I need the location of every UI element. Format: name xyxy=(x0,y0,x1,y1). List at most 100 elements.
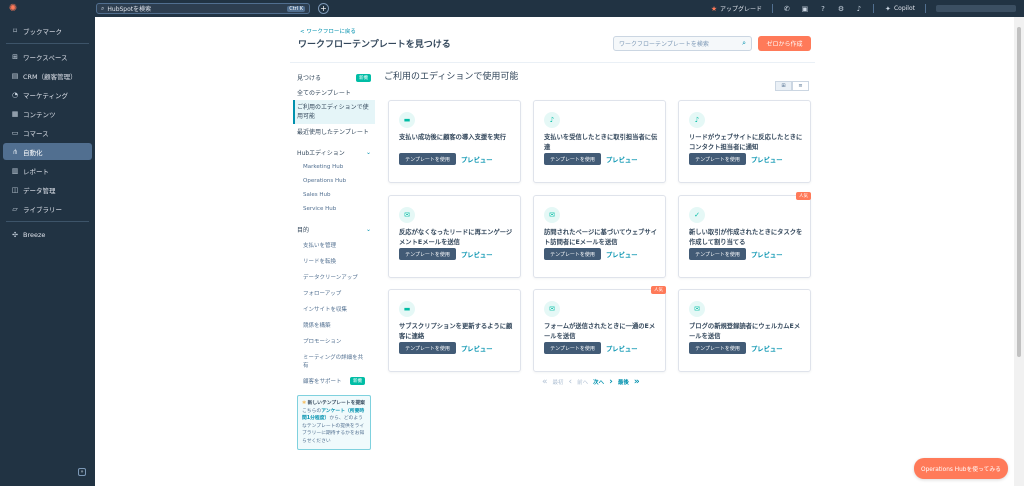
next-page-link[interactable]: 次へ xyxy=(593,378,604,386)
template-card[interactable]: ✉ 訪問されたページに基づいてウェブサイト訪問者にEメールを送信 テンプレートを使用… xyxy=(533,195,666,278)
help-icon[interactable]: ? xyxy=(819,5,827,13)
template-card[interactable]: ✉ フォームが送信されたときに一通のEメールを送信 テンプレートを使用 プレビュー 人気 xyxy=(533,286,666,372)
sidebar-item-crm[interactable]: ▤ CRM（顧客管理） xyxy=(3,67,92,84)
try-operations-hub-button[interactable]: Operations Hubを使ってみる xyxy=(914,458,1008,479)
sidebar-item-workspaces[interactable]: ⊞ ワークスペース xyxy=(3,48,92,65)
use-template-button[interactable]: テンプレートを使用 xyxy=(399,153,456,165)
email-icon: ✉ xyxy=(689,301,705,317)
email-icon: ✉ xyxy=(544,301,560,317)
back-to-workflows-link[interactable]: < ワークフローに戻る xyxy=(300,27,356,35)
filter-discover[interactable]: 見つける 新機 xyxy=(293,70,375,85)
filter-goal-relationships[interactable]: 競係を構築 xyxy=(293,317,375,333)
last-page-link[interactable]: 最後 xyxy=(618,378,629,386)
upgrade-label: アップグレード xyxy=(719,6,762,13)
goal-section-toggle[interactable]: 目的 ⌄ xyxy=(293,222,375,237)
use-template-button[interactable]: テンプレートを使用 xyxy=(689,248,746,260)
notification-bell-icon[interactable]: ♪ xyxy=(855,5,863,13)
filter-goal-share-meetings[interactable]: ミーティングの詳細を共有 xyxy=(293,349,375,373)
preview-link[interactable]: プレビュー xyxy=(461,155,492,164)
preview-link[interactable]: プレビュー xyxy=(606,155,637,164)
template-card-title: 支払いを受信したときに取引担当者に伝達 xyxy=(544,134,658,151)
last-page-icon[interactable]: » xyxy=(634,377,640,387)
template-card[interactable]: ✉ 反応がなくなったリードに再エンゲージメントEメールを送信 テンプレートを使用 プレ… xyxy=(388,195,521,278)
next-page-icon[interactable]: › xyxy=(609,377,613,387)
left-sidebar: ⌑ ブックマーク ⊞ ワークスペース ▤ CRM（顧客管理） ◔ マーケティング… xyxy=(0,17,95,486)
filter-label: 見つける xyxy=(297,75,322,82)
preview-link[interactable]: プレビュー xyxy=(751,250,782,259)
template-search-input[interactable]: ワークフローテンプレートを検索 ⌕ xyxy=(613,36,752,51)
account-menu[interactable] xyxy=(936,5,1016,12)
automation-icon: ⋔ xyxy=(12,147,18,156)
use-template-button[interactable]: テンプレートを使用 xyxy=(689,342,746,354)
template-card-title: リードがウェブサイトに反応したときにコンタクト担当者に通知 xyxy=(689,134,803,151)
upgrade-button[interactable]: ★ アップグレード xyxy=(710,4,762,14)
use-template-button[interactable]: テンプレートを使用 xyxy=(399,342,456,354)
filter-all-templates[interactable]: 全てのテンプレート xyxy=(293,85,375,100)
template-card[interactable]: ✓ 新しい取引が作成されたときにタスクを作成して割り当てる テンプレートを使用 プレビ… xyxy=(678,192,811,278)
filter-available-edition[interactable]: ご利用のエディションで使用可能 xyxy=(293,100,375,124)
sidebar-item-automation[interactable]: ⋔ 自動化 xyxy=(3,143,92,160)
filter-goal-payments[interactable]: 支払いを管理 xyxy=(293,237,375,253)
template-card[interactable]: ✉ ブログの新規登録読者にウェルカムEメールを送信 テンプレートを使用 プレビュー xyxy=(678,289,811,372)
first-page-link: 最初 xyxy=(552,380,564,386)
filter-recent[interactable]: 最近使用したテンプレート xyxy=(293,124,375,139)
email-icon: ✉ xyxy=(399,207,415,223)
sidebar-item-library[interactable]: ▱ ライブラリー xyxy=(3,200,92,217)
preview-link[interactable]: プレビュー xyxy=(606,250,637,259)
phone-icon[interactable]: ✆ xyxy=(783,5,791,13)
use-template-button[interactable]: テンプレートを使用 xyxy=(544,153,601,165)
create-plus-button[interactable]: + xyxy=(318,3,329,14)
use-template-button[interactable]: テンプレートを使用 xyxy=(544,342,601,354)
sidebar-item-commerce[interactable]: ▭ コマース xyxy=(3,124,92,141)
page-title: ワークフローテンプレートを見つける xyxy=(298,40,451,50)
preview-link[interactable]: プレビュー xyxy=(606,344,637,353)
filter-goal-data-cleanup[interactable]: データクリーンアップ xyxy=(293,269,375,285)
top-bar: ✺ ⌕ HubSpotを検索 Ctrl K + ★ アップグレード ✆ ▣ ? … xyxy=(0,0,1024,17)
template-card-title: 新しい取引が作成されたときにタスクを作成して割り当てる xyxy=(689,229,803,246)
pagination: « 最初 ‹ 前へ 次へ › 最後 » xyxy=(542,377,640,387)
sidebar-item-reports[interactable]: ▥ レポート xyxy=(3,162,92,179)
sidebar-item-content[interactable]: ▦ コンテンツ xyxy=(3,105,92,122)
filter-goal-follow-up[interactable]: フォローアップ xyxy=(293,285,375,301)
sidebar-item-marketing[interactable]: ◔ マーケティング xyxy=(3,86,92,103)
hubspot-logo-icon[interactable]: ✺ xyxy=(4,0,22,17)
template-card[interactable]: ♪ リードがウェブサイトに反応したときにコンタクト担当者に通知 テンプレートを使用プ… xyxy=(678,100,811,183)
filter-hub-service[interactable]: Service Hub xyxy=(293,202,375,216)
copilot-label: Copilot xyxy=(893,5,915,12)
use-template-button[interactable]: テンプレートを使用 xyxy=(544,248,601,260)
preview-link[interactable]: プレビュー xyxy=(751,344,782,353)
marketplace-icon[interactable]: ▣ xyxy=(801,5,809,13)
use-template-button[interactable]: テンプレートを使用 xyxy=(399,248,456,260)
divider xyxy=(872,4,874,13)
sidebar-item-data-management[interactable]: ◫ データ管理 xyxy=(3,181,92,198)
preview-link[interactable]: プレビュー xyxy=(751,155,782,164)
section-label: 目的 xyxy=(297,227,310,234)
list-view-icon[interactable]: ≡ xyxy=(792,81,809,91)
create-from-scratch-button[interactable]: ゼロから作成 xyxy=(758,36,811,51)
gear-icon[interactable]: ⚙ xyxy=(837,5,845,13)
scrollbar-thumb[interactable] xyxy=(1017,27,1021,357)
sidebar-item-breeze[interactable]: ✣ Breeze xyxy=(3,226,92,243)
sidebar-item-bookmarks[interactable]: ⌑ ブックマーク xyxy=(3,22,92,39)
template-card[interactable]: ♪ 支払いを受信したときに取引担当者に伝達 テンプレートを使用 プレビュー xyxy=(533,100,666,183)
search-icon[interactable]: ⌕ xyxy=(742,39,746,48)
filter-hub-sales[interactable]: Sales Hub xyxy=(293,188,375,202)
filter-hub-marketing[interactable]: Marketing Hub xyxy=(293,160,375,174)
copilot-button[interactable]: ✦ Copilot xyxy=(884,5,915,13)
preview-link[interactable]: プレビュー xyxy=(461,344,492,353)
filter-goal-support[interactable]: 顧客をサポート 新機 xyxy=(293,373,375,389)
lightbulb-icon: ✱ xyxy=(302,401,307,406)
filter-goal-insights[interactable]: インサイトを収集 xyxy=(293,301,375,317)
hub-edition-section-toggle[interactable]: Hubエディション ⌄ xyxy=(293,145,375,160)
template-card[interactable]: ▬ サブスクリプションを更新するように顧客に連絡 テンプレートを使用 プレビュー xyxy=(388,289,521,372)
filter-goal-convert-leads[interactable]: リードを転換 xyxy=(293,253,375,269)
global-search-input[interactable]: ⌕ HubSpotを検索 Ctrl K xyxy=(96,3,310,14)
preview-link[interactable]: プレビュー xyxy=(461,250,492,259)
template-card[interactable]: ▬ 支払い成功後に顧客の導入支援を実行 テンプレートを使用 プレビュー xyxy=(388,100,521,183)
use-template-button[interactable]: テンプレートを使用 xyxy=(689,153,746,165)
grid-view-icon[interactable]: ⊞ xyxy=(775,81,792,91)
page-scrollbar[interactable] xyxy=(1014,17,1024,486)
filter-hub-operations[interactable]: Operations Hub xyxy=(293,174,375,188)
filter-goal-promotion[interactable]: プロモーション xyxy=(293,333,375,349)
sidebar-collapse-icon[interactable]: » xyxy=(78,468,86,476)
